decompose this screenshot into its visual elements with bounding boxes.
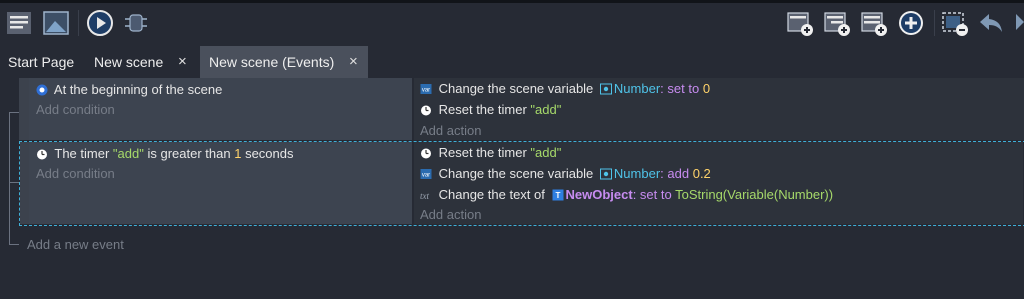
add-plus-icon[interactable] xyxy=(897,9,925,37)
action-item[interactable]: Reset the timer "add" xyxy=(420,144,561,162)
action-operator: : add xyxy=(660,166,690,181)
scene-variable-icon xyxy=(599,83,612,95)
event-2-actions[interactable]: Reset the timer "add" var Change the sce… xyxy=(414,142,1023,224)
tab-label: New scene (Events) xyxy=(209,54,335,70)
add-other-event-icon[interactable] xyxy=(860,9,888,37)
event-1-conditions[interactable]: At the beginning of the scene Add condit… xyxy=(29,78,412,140)
condition-item[interactable]: At the beginning of the scene xyxy=(36,81,222,99)
scene-variable-icon xyxy=(599,168,612,180)
event-2-handle[interactable] xyxy=(20,142,29,224)
debug-icon[interactable] xyxy=(122,9,150,37)
condition-amount: 1 xyxy=(234,146,242,161)
close-icon[interactable]: × xyxy=(349,46,358,78)
tab-new-scene[interactable]: New scene × xyxy=(82,46,200,78)
add-event-icon[interactable] xyxy=(786,9,814,37)
add-condition-link[interactable]: Add condition xyxy=(36,165,115,183)
tree-line xyxy=(9,112,10,244)
object-name: NewObject xyxy=(565,187,633,202)
variable-name: Number xyxy=(613,81,661,96)
svg-text:T: T xyxy=(555,191,560,200)
text-object-icon: txt xyxy=(420,191,429,201)
main-toolbar xyxy=(0,0,1024,44)
project-manager-icon[interactable] xyxy=(5,9,33,37)
action-value: ToString(Variable(Number)) xyxy=(675,187,834,202)
timer-icon xyxy=(37,149,47,160)
variable-icon: var xyxy=(420,84,432,94)
event-2-conditions[interactable]: The timer "add" is greater than 1 second… xyxy=(29,142,412,224)
svg-text:var: var xyxy=(422,88,430,94)
events-sheet: At the beginning of the scene Add condit… xyxy=(0,78,1024,299)
action-prefix: Reset the timer xyxy=(438,145,527,160)
action-prefix: Change the text of xyxy=(438,187,545,202)
window-top-border xyxy=(0,0,1024,3)
action-value: 0 xyxy=(702,81,711,96)
redo-icon[interactable] xyxy=(1012,9,1024,37)
condition-text: At the beginning of the scene xyxy=(53,82,223,97)
toolbar-separator xyxy=(934,10,935,36)
preview-play-icon[interactable] xyxy=(86,9,114,37)
action-prefix: Change the scene variable xyxy=(438,81,594,96)
add-subevent-icon[interactable] xyxy=(823,9,851,37)
timer-icon xyxy=(421,148,431,159)
event-1-handle[interactable] xyxy=(19,78,29,140)
condition-prefix: The timer xyxy=(54,146,110,161)
add-action-link[interactable]: Add action xyxy=(420,122,481,140)
scene-start-icon xyxy=(36,84,48,96)
event-1-actions[interactable]: var Change the scene variable Number: se… xyxy=(414,78,1024,140)
tree-line xyxy=(9,112,19,113)
action-value: "add" xyxy=(530,145,562,160)
variable-name: Number xyxy=(613,166,661,181)
condition-suffix: seconds xyxy=(245,146,294,161)
action-value: 0.2 xyxy=(692,166,711,181)
add-action-link[interactable]: Add action xyxy=(420,206,481,224)
tab-new-scene-events[interactable]: New scene (Events) × xyxy=(200,46,368,78)
tab-label: Start Page xyxy=(8,54,75,70)
action-item[interactable]: Reset the timer "add" xyxy=(420,101,561,119)
tab-label: New scene xyxy=(94,54,164,70)
action-value: "add" xyxy=(530,102,562,117)
undo-icon[interactable] xyxy=(977,9,1005,37)
action-prefix: Reset the timer xyxy=(438,102,527,117)
timer-name: "add" xyxy=(112,146,144,161)
scene-editor-icon[interactable] xyxy=(42,9,70,37)
action-operator: : set to xyxy=(632,187,672,202)
add-condition-link[interactable]: Add condition xyxy=(36,101,115,119)
action-item[interactable]: txt Change the text of T NewObject: set t… xyxy=(420,186,833,204)
action-operator: : set to xyxy=(660,81,700,96)
close-icon[interactable]: × xyxy=(178,46,187,78)
delete-event-icon[interactable] xyxy=(941,9,969,37)
action-item[interactable]: var Change the scene variable Number: se… xyxy=(420,80,710,98)
object-icon: T xyxy=(552,189,563,201)
condition-middle: is greater than xyxy=(147,146,231,161)
timer-icon xyxy=(421,105,431,116)
tree-line xyxy=(9,182,19,183)
svg-text:txt: txt xyxy=(420,191,429,201)
add-new-event-link[interactable]: Add a new event xyxy=(27,236,124,254)
tree-line xyxy=(9,244,19,245)
svg-text:var: var xyxy=(422,173,430,179)
action-prefix: Change the scene variable xyxy=(438,166,594,181)
editor-tabs: Start Page New scene × New scene (Events… xyxy=(0,46,1024,78)
action-item[interactable]: var Change the scene variable Number: ad… xyxy=(420,165,711,183)
condition-item[interactable]: The timer "add" is greater than 1 second… xyxy=(36,145,293,163)
tab-start-page[interactable]: Start Page xyxy=(0,46,82,78)
toolbar-separator xyxy=(78,10,79,36)
variable-icon: var xyxy=(420,169,432,179)
